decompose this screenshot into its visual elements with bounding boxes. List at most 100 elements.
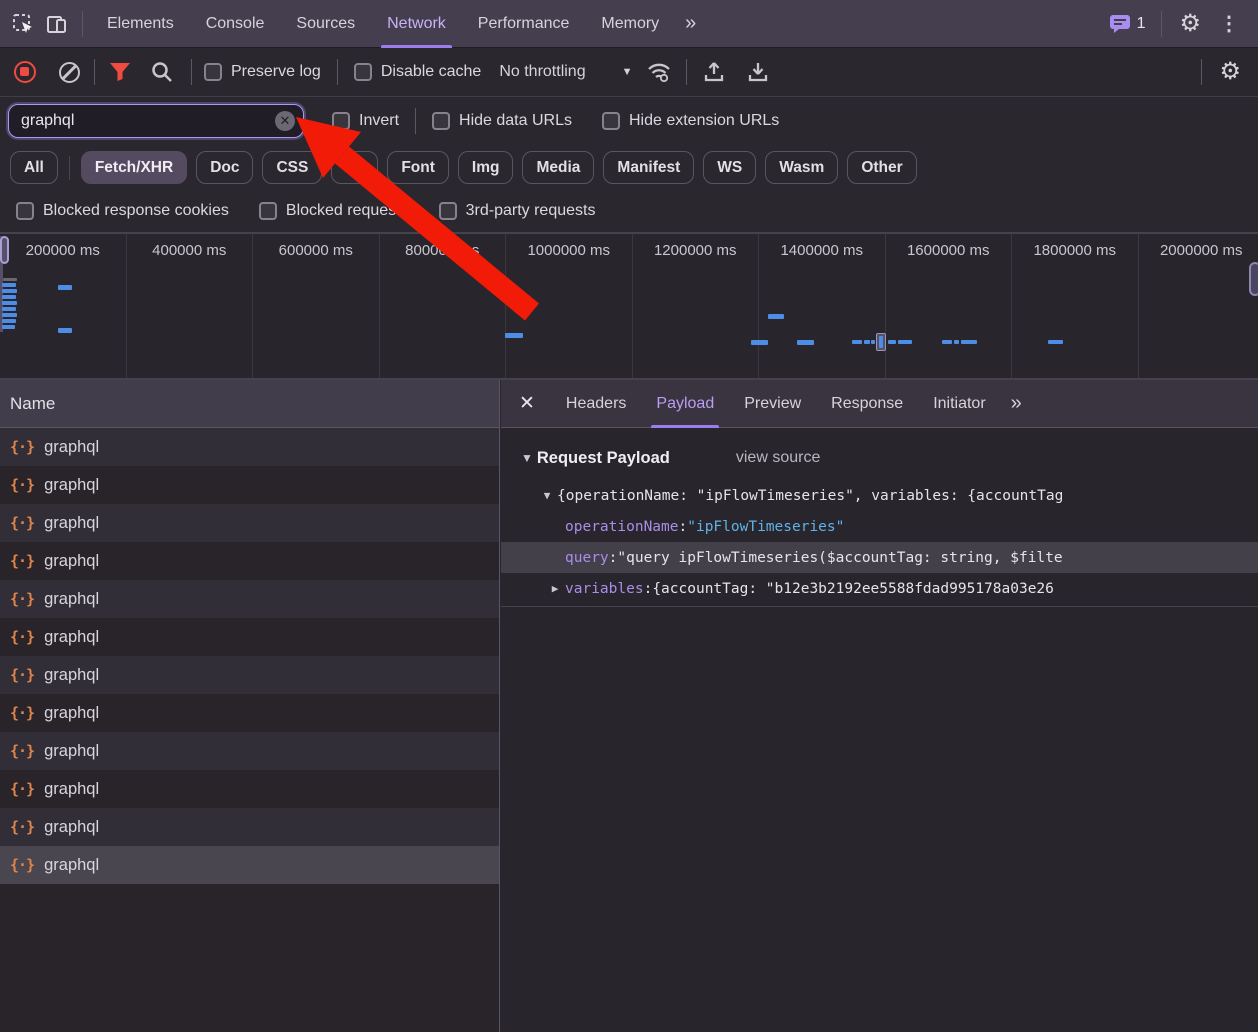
detail-tab-preview[interactable]: Preview [729, 380, 816, 428]
close-detail-icon[interactable]: ✕ [501, 392, 551, 415]
third-party-requests-checkbox[interactable] [439, 202, 457, 220]
request-row-graphql[interactable]: {·}graphql [0, 694, 499, 732]
preserve-log-checkbox[interactable] [204, 63, 222, 81]
tab-console[interactable]: Console [190, 0, 281, 48]
request-row-graphql[interactable]: {·} graphql [0, 542, 499, 580]
settings-gear-icon[interactable]: ⚙ [1170, 12, 1210, 36]
request-name-label: graphql [44, 552, 99, 571]
clear-filter-icon[interactable]: ✕ [275, 111, 295, 131]
payload-key: query [565, 550, 609, 566]
chip-doc[interactable]: Doc [196, 151, 253, 184]
request-row-graphql[interactable]: {·}graphql [0, 808, 499, 846]
payload-summary-row[interactable]: ▼ {operationName: "ipFlowTimeseries", va… [501, 480, 1258, 511]
payload-row-operation-name[interactable]: operationName: "ipFlowTimeseries" [501, 511, 1258, 542]
timeline-tick-label: 1600000 ms [886, 242, 1012, 259]
filter-text-input[interactable] [21, 112, 275, 130]
preserve-log-checkbox-group[interactable]: Preserve log [204, 63, 321, 81]
detail-more-tabs-icon[interactable]: » [1001, 392, 1030, 415]
chip-media[interactable]: Media [522, 151, 594, 184]
waterfall-bar [3, 278, 17, 281]
blocked-response-cookies-label: Blocked response cookies [43, 202, 229, 220]
inspect-element-icon[interactable] [6, 7, 40, 41]
request-row-graphql[interactable]: {·}graphql [0, 466, 499, 504]
issues-button[interactable]: 1 [1101, 14, 1154, 34]
hide-extension-urls-checkbox[interactable] [602, 112, 620, 130]
hide-extension-urls-label: Hide extension URLs [629, 112, 779, 130]
network-conditions-icon[interactable] [642, 55, 676, 89]
invert-label: Invert [359, 112, 399, 130]
more-tabs-icon[interactable]: » [675, 12, 704, 35]
chip-fetch-xhr[interactable]: Fetch/XHR [81, 151, 187, 184]
network-settings-gear-icon[interactable]: ⚙ [1210, 60, 1250, 84]
chip-img[interactable]: Img [458, 151, 514, 184]
chip-manifest[interactable]: Manifest [603, 151, 694, 184]
request-row-graphql[interactable]: {·}graphql [0, 580, 499, 618]
fetch-xhr-icon: {·} [10, 780, 34, 798]
request-row-graphql[interactable]: {·}graphql [0, 504, 499, 542]
export-har-icon[interactable] [741, 55, 775, 89]
tab-network[interactable]: Network [371, 0, 462, 48]
request-row-graphql[interactable]: {·}graphql [0, 618, 499, 656]
name-column-header[interactable]: Name [0, 380, 499, 428]
chip-wasm[interactable]: Wasm [765, 151, 838, 184]
hide-extension-urls-checkbox-group[interactable]: Hide extension URLs [602, 112, 779, 130]
invert-checkbox-group[interactable]: Invert [332, 112, 399, 130]
chip-js[interactable]: JS [331, 151, 378, 184]
chip-all[interactable]: All [10, 151, 58, 184]
timeline-tick-label: 600000 ms [253, 242, 379, 259]
filter-funnel-icon[interactable] [103, 55, 137, 89]
blocked-requests-checkbox[interactable] [259, 202, 277, 220]
chip-font[interactable]: Font [387, 151, 449, 184]
request-name-label: graphql [44, 514, 99, 533]
network-overview-timeline[interactable]: 200000 ms400000 ms600000 ms800000 ms1000… [0, 232, 1258, 380]
blocked-requests-group[interactable]: Blocked requests [259, 202, 409, 220]
tree-caret-right-icon[interactable]: ▶ [545, 582, 565, 595]
chip-css[interactable]: CSS [262, 151, 322, 184]
throttling-dropdown[interactable]: No throttling ▼ [499, 63, 632, 81]
request-row-graphql[interactable]: {·}graphql [0, 846, 499, 884]
blocked-response-cookies-checkbox[interactable] [16, 202, 34, 220]
tab-performance[interactable]: Performance [462, 0, 586, 48]
tree-caret-down-icon[interactable]: ▼ [537, 489, 557, 502]
blocked-response-cookies-group[interactable]: Blocked response cookies [16, 202, 229, 220]
device-toolbar-icon[interactable] [40, 7, 74, 41]
hide-data-urls-checkbox-group[interactable]: Hide data URLs [432, 112, 572, 130]
record-button[interactable] [8, 55, 42, 89]
tab-memory[interactable]: Memory [585, 0, 675, 48]
kebab-menu-icon[interactable]: ⋮ [1210, 14, 1248, 34]
detail-tab-payload[interactable]: Payload [641, 380, 729, 428]
payload-view: ▼ Request Payload view source ▼ {operati… [501, 436, 1258, 607]
tab-elements[interactable]: Elements [91, 0, 190, 48]
detail-tab-initiator[interactable]: Initiator [918, 380, 1000, 428]
disable-cache-checkbox[interactable] [354, 63, 372, 81]
disable-cache-checkbox-group[interactable]: Disable cache [354, 63, 482, 81]
fetch-xhr-icon: {·} [10, 552, 34, 570]
request-row-graphql[interactable]: {·}graphql [0, 428, 499, 466]
import-har-icon[interactable] [697, 55, 731, 89]
hide-data-urls-checkbox[interactable] [432, 112, 450, 130]
payload-summary-text: {operationName: "ipFlowTimeseries", vari… [557, 488, 1063, 504]
waterfall-bar [2, 319, 16, 323]
request-row-graphql[interactable]: {·}graphql [0, 732, 499, 770]
clear-network-log-button[interactable] [52, 55, 86, 89]
invert-checkbox[interactable] [332, 112, 350, 130]
payload-row-query[interactable]: query: "query ipFlowTimeseries($accountT… [501, 542, 1258, 573]
request-row-graphql[interactable]: {·}graphql [0, 770, 499, 808]
request-name-label: graphql [44, 666, 99, 685]
detail-tab-response[interactable]: Response [816, 380, 918, 428]
divider [69, 156, 70, 180]
request-payload-section[interactable]: ▼ Request Payload view source [501, 436, 1258, 480]
request-type-chips: All Fetch/XHR Doc CSS JS Font ImgMedia Manifest… [0, 145, 1258, 190]
waterfall-bar [2, 289, 17, 293]
chip-ws[interactable]: WS [703, 151, 756, 184]
chip-other[interactable]: Other [847, 151, 916, 184]
tab-sources[interactable]: Sources [280, 0, 371, 48]
payload-row-variables[interactable]: ▶ variables: {accountTag: "b12e3b2192ee5… [501, 573, 1258, 604]
request-row-graphql[interactable]: {·}graphql [0, 656, 499, 694]
view-source-link[interactable]: view source [736, 449, 820, 467]
detail-tab-headers[interactable]: Headers [551, 380, 641, 428]
search-icon[interactable] [145, 55, 179, 89]
third-party-requests-group[interactable]: 3rd-party requests [439, 202, 596, 220]
section-caret-down-icon[interactable]: ▼ [521, 451, 533, 465]
filter-text-input-box[interactable]: ✕ [8, 104, 304, 138]
